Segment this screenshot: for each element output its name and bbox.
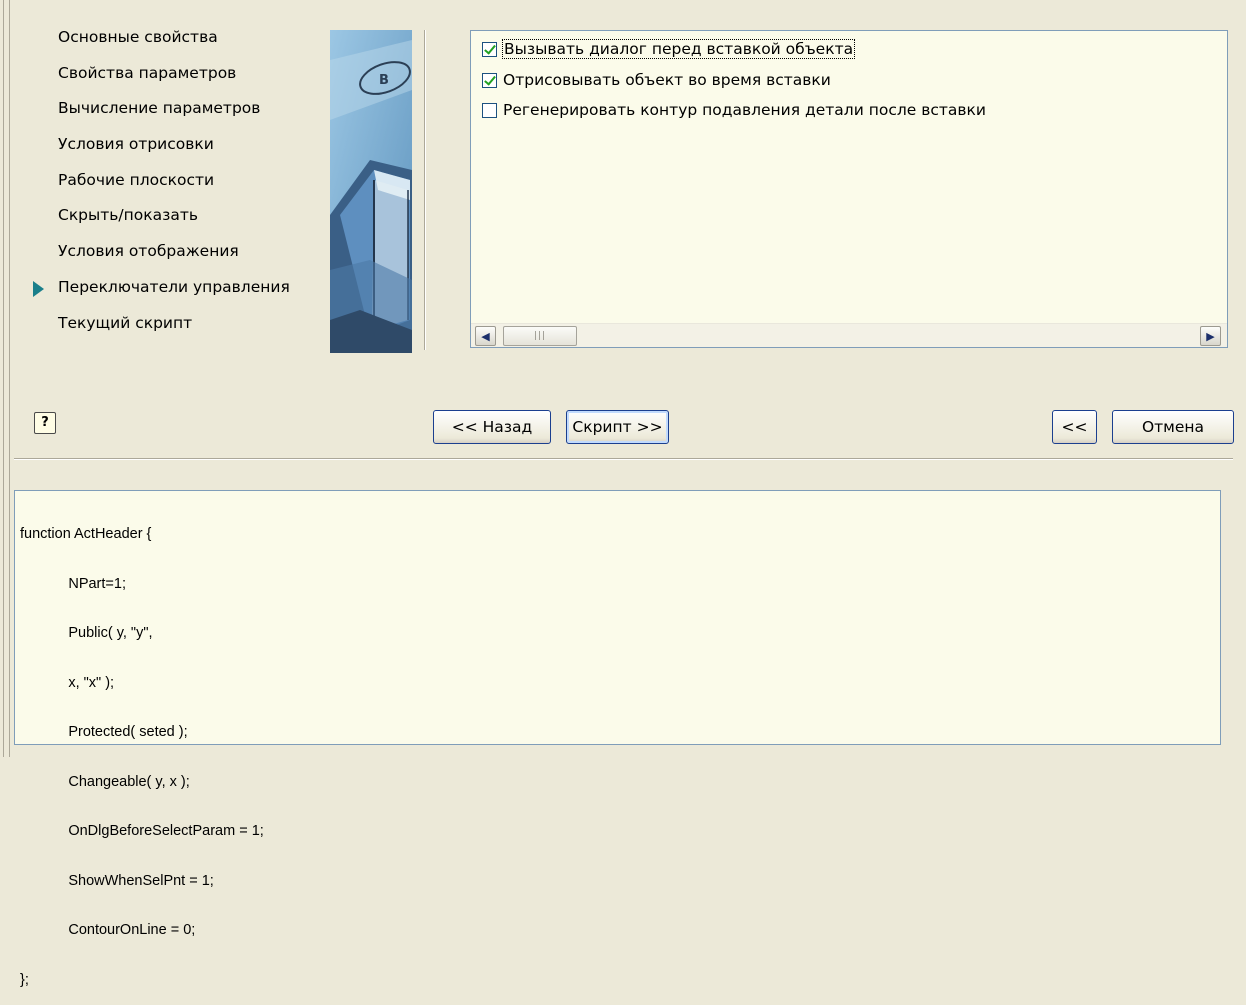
checkbox-checked-icon[interactable]	[482, 72, 497, 88]
nav-item-basic-properties[interactable]: Основные свойства	[30, 26, 330, 62]
code-line: NPart=1;	[20, 575, 126, 592]
cancel-button[interactable]: Отмена	[1112, 410, 1234, 444]
horizontal-divider	[14, 458, 1233, 460]
code-line: ContourOnLine = 0;	[20, 922, 196, 938]
option-label: Вызывать диалог перед вставкой объекта	[501, 39, 856, 59]
nav-item-label: Вычисление параметров	[58, 99, 261, 118]
code-line: function ActHeader {	[20, 526, 152, 542]
back-button[interactable]: << Назад	[433, 410, 551, 444]
wizard-illustration: B	[330, 30, 412, 353]
nav-item-label: Текущий скрипт	[58, 313, 193, 332]
nav-item-label: Скрыть/показать	[58, 206, 199, 225]
code-line: Changeable( y, x );	[20, 773, 190, 790]
nav-item-label: Условия отрисовки	[58, 135, 214, 154]
horizontal-scrollbar[interactable]: ◀ ||| ▶	[471, 323, 1227, 347]
scrollbar-thumb[interactable]: |||	[503, 326, 577, 346]
nav-item-work-planes[interactable]: Рабочие плоскости	[30, 169, 330, 205]
code-line: Protected( seted );	[20, 724, 188, 740]
script-editor[interactable]: function ActHeader { NPart=1; Public( y,…	[14, 490, 1221, 988]
code-line: Public( y, "y",	[20, 625, 153, 641]
help-icon[interactable]: ?	[34, 412, 56, 434]
illustration-badge-letter: B	[379, 73, 389, 88]
nav-item-label: Свойства параметров	[58, 63, 237, 82]
code-line: };	[20, 971, 29, 988]
nav-item-label: Основные свойства	[58, 28, 218, 46]
nav-item-display-conditions[interactable]: Условия отображения	[30, 240, 330, 276]
nav-item-label: Переключатели управления	[58, 277, 290, 296]
wizard-step-list: Основные свойства Свойства параметров Вы…	[30, 26, 330, 347]
nav-item-hide-show[interactable]: Скрыть/показать	[30, 204, 330, 240]
nav-item-label: Рабочие плоскости	[58, 170, 215, 189]
nav-item-parameter-calculation[interactable]: Вычисление параметров	[30, 97, 330, 133]
scrollbar-grip-icon: |||	[533, 331, 547, 341]
option-label: Регенерировать контур подавления детали …	[503, 101, 986, 119]
nav-item-parameter-properties[interactable]: Свойства параметров	[30, 62, 330, 98]
vertical-divider	[424, 30, 426, 350]
current-step-arrow-icon	[33, 280, 44, 297]
nav-item-current-script[interactable]: Текущий скрипт	[30, 312, 330, 348]
nav-item-draw-conditions[interactable]: Условия отрисовки	[30, 133, 330, 169]
nav-item-control-switches[interactable]: Переключатели управления	[30, 276, 330, 312]
collapse-button[interactable]: <<	[1052, 410, 1097, 444]
code-line: ShowWhenSelPnt = 1;	[20, 872, 214, 889]
scroll-left-arrow-icon[interactable]: ◀	[475, 326, 496, 346]
option-call-dialog-before-insert[interactable]: Вызывать диалог перед вставкой объекта	[482, 37, 856, 61]
scroll-right-arrow-icon[interactable]: ▶	[1200, 326, 1221, 346]
option-regenerate-contour[interactable]: Регенерировать контур подавления детали …	[482, 98, 986, 122]
script-button[interactable]: Скрипт >>	[566, 410, 669, 444]
option-label: Отрисовывать объект во время вставки	[503, 71, 831, 89]
control-switches-list[interactable]: Вызывать диалог перед вставкой объекта О…	[470, 30, 1228, 348]
code-line: OnDlgBeforeSelectParam = 1;	[20, 823, 264, 839]
code-line: x, "x" );	[20, 674, 115, 691]
illustration-graphic: B	[330, 30, 412, 353]
option-draw-during-insert[interactable]: Отрисовывать объект во время вставки	[482, 68, 831, 92]
checkbox-checked-icon[interactable]	[482, 41, 497, 57]
checkbox-unchecked-icon[interactable]	[482, 102, 497, 118]
nav-item-label: Условия отображения	[58, 242, 239, 261]
window-left-border	[0, 0, 10, 757]
